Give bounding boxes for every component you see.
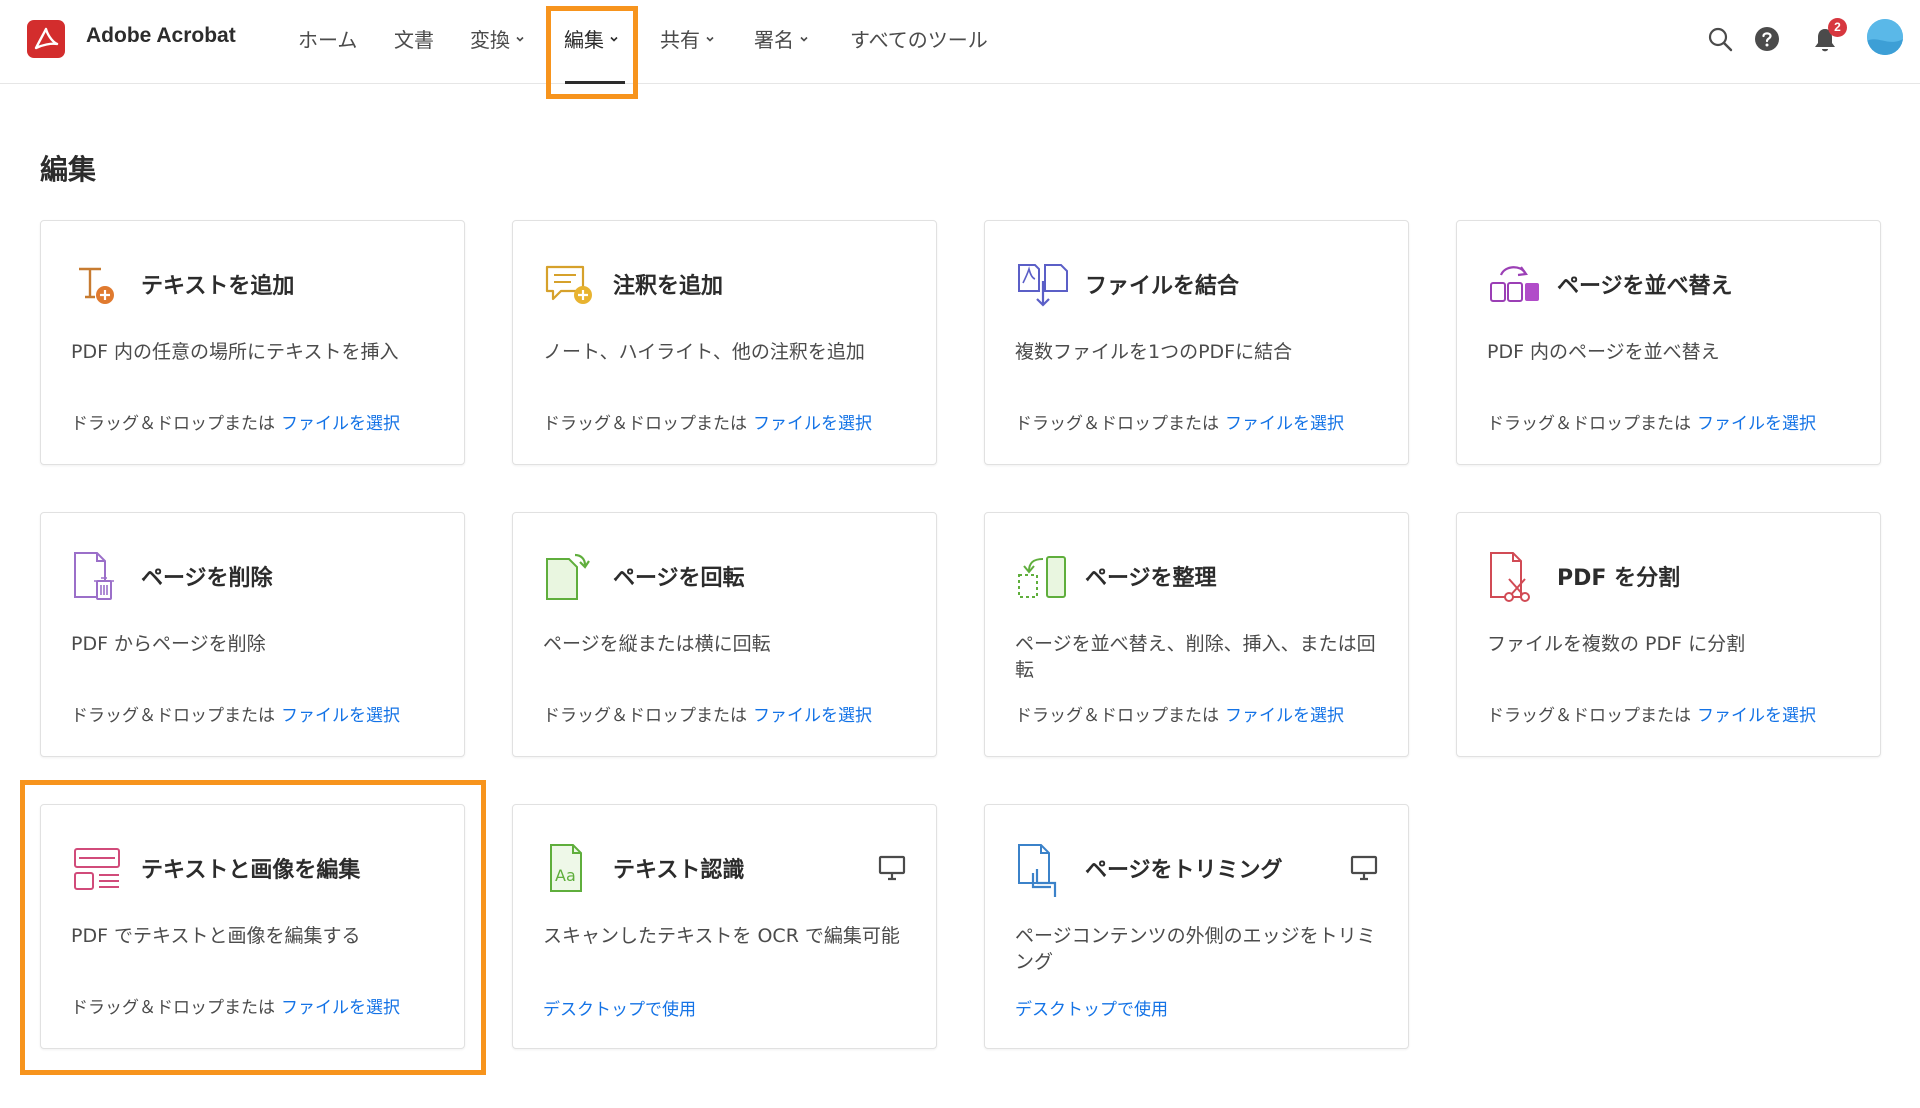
card-title: テキストを追加 — [141, 274, 295, 299]
tool-card-ocr[interactable]: Aa テキスト認識 スキャンしたテキストを OCR で編集可能 デスクトップで使… — [512, 804, 937, 1049]
svg-text:Aa: Aa — [555, 866, 576, 885]
drag-drop-text: ドラッグ＆ドロップまたは — [1487, 706, 1691, 726]
notification-badge: 2 — [1828, 18, 1847, 37]
edit-text-images-highlight-box — [20, 780, 486, 1075]
card-title: ファイルを結合 — [1085, 274, 1240, 299]
tool-card-add-text[interactable]: テキストを追加 PDF 内の任意の場所にテキストを挿入 ドラッグ＆ドロップまたは… — [40, 220, 465, 465]
card-title: ページを並べ替え — [1557, 274, 1733, 299]
card-title: ページを削除 — [141, 566, 273, 591]
chevron-down-icon — [516, 36, 524, 42]
card-footer: ドラッグ＆ドロップまたは ファイルを選択 — [543, 701, 872, 726]
chevron-down-icon — [706, 36, 714, 42]
ocr-icon: Aa — [550, 844, 582, 892]
nav-home[interactable]: ホーム — [298, 24, 357, 53]
nav-convert[interactable]: 変換 — [470, 24, 524, 53]
card-description: ページを並べ替え、削除、挿入、または回転 — [1015, 633, 1376, 681]
card-description: ファイルを複数の PDF に分割 — [1487, 633, 1746, 655]
chevron-down-icon — [800, 36, 808, 42]
acrobat-logo-icon[interactable] — [27, 20, 65, 58]
tool-card-split-pdf[interactable]: PDF を分割 ファイルを複数の PDF に分割 ドラッグ＆ドロップまたは ファイ… — [1456, 512, 1881, 757]
card-footer: ドラッグ＆ドロップまたは ファイルを選択 — [71, 701, 400, 726]
crop-pages-icon — [1018, 844, 1057, 897]
page-title: 編集 — [40, 153, 97, 186]
card-title: テキスト認識 — [613, 858, 745, 883]
nav-home-label: ホーム — [298, 28, 358, 52]
drag-drop-text: ドラッグ＆ドロップまたは — [543, 706, 747, 726]
card-title: ページを回転 — [613, 566, 745, 591]
add-text-icon — [79, 267, 114, 304]
organize-pages-icon — [1018, 556, 1066, 598]
select-file-link[interactable]: ファイルを選択 — [1225, 706, 1344, 726]
card-title: ページをトリミング — [1085, 858, 1283, 883]
search-icon[interactable] — [1707, 26, 1733, 52]
select-file-link[interactable]: ファイルを選択 — [281, 706, 400, 726]
tool-card-crop-pages[interactable]: ページをトリミング ページコンテンツの外側のエッジをトリミング デスクトップで使… — [984, 804, 1409, 1049]
avatar[interactable] — [1867, 19, 1903, 55]
nav-sign[interactable]: 署名 — [754, 24, 808, 53]
desktop-icon — [1350, 855, 1378, 881]
split-pdf-icon — [1490, 552, 1530, 602]
avatar-image — [1867, 19, 1903, 55]
nav-sign-label: 署名 — [754, 28, 794, 52]
add-comment-icon — [545, 265, 592, 304]
nav-share[interactable]: 共有 — [660, 24, 714, 53]
app-name[interactable]: Adobe Acrobat — [86, 24, 236, 48]
card-title: 注釈を追加 — [613, 274, 724, 299]
card-footer: ドラッグ＆ドロップまたは ファイルを選択 — [71, 409, 400, 434]
card-description: PDF からページを削除 — [71, 633, 266, 655]
drag-drop-text: ドラッグ＆ドロップまたは — [71, 414, 275, 434]
nav-share-label: 共有 — [660, 28, 700, 52]
card-footer: ドラッグ＆ドロップまたは ファイルを選択 — [1015, 701, 1344, 726]
select-file-link[interactable]: ファイルを選択 — [1697, 706, 1816, 726]
card-description: 複数ファイルを1つのPDFに結合 — [1015, 341, 1293, 363]
card-description: PDF 内のページを並べ替え — [1487, 341, 1720, 363]
drag-drop-text: ドラッグ＆ドロップまたは — [1015, 414, 1219, 434]
nav-edit-highlight-box — [546, 6, 638, 99]
nav-all-tools-label: すべてのツール — [850, 28, 988, 52]
select-file-link[interactable]: ファイルを選択 — [1225, 414, 1344, 434]
card-footer: ドラッグ＆ドロップまたは ファイルを選択 — [1487, 409, 1816, 434]
nav-convert-label: 変換 — [470, 28, 510, 52]
card-footer: ドラッグ＆ドロップまたは ファイルを選択 — [1015, 409, 1344, 434]
tool-card-organize-pages[interactable]: ページを整理 ページを並べ替え、削除、挿入、または回転 ドラッグ＆ドロップまたは… — [984, 512, 1409, 757]
select-file-link[interactable]: ファイルを選択 — [281, 414, 400, 434]
card-description: ページコンテンツの外側のエッジをトリミング — [1015, 925, 1376, 973]
nav-documents-label: 文書 — [394, 28, 434, 52]
card-description: PDF 内の任意の場所にテキストを挿入 — [71, 341, 399, 363]
combine-files-icon — [1018, 264, 1068, 307]
tool-card-reorder-pages[interactable]: ページを並べ替え PDF 内のページを並べ替え ドラッグ＆ドロップまたは ファイル… — [1456, 220, 1881, 465]
select-file-link[interactable]: ファイルを選択 — [753, 706, 872, 726]
select-file-link[interactable]: ファイルを選択 — [1697, 414, 1816, 434]
reorder-pages-icon — [1490, 266, 1539, 302]
use-on-desktop-link[interactable]: デスクトップで使用 — [543, 995, 696, 1020]
drag-drop-text: ドラッグ＆ドロップまたは — [543, 414, 747, 434]
help-icon[interactable] — [1754, 26, 1780, 52]
select-file-link[interactable]: ファイルを選択 — [753, 414, 872, 434]
nav-documents[interactable]: 文書 — [394, 24, 434, 53]
tool-card-delete-pages[interactable]: ページを削除 PDF からページを削除 ドラッグ＆ドロップまたは ファイルを選択 — [40, 512, 465, 757]
use-on-desktop-link[interactable]: デスクトップで使用 — [1015, 995, 1168, 1020]
drag-drop-text: ドラッグ＆ドロップまたは — [1015, 706, 1219, 726]
card-description: スキャンしたテキストを OCR で編集可能 — [543, 925, 900, 947]
card-description: ページを縦または横に回転 — [543, 633, 771, 655]
rotate-pages-icon — [546, 553, 590, 600]
desktop-icon — [878, 855, 906, 881]
card-title: PDF を分割 — [1557, 566, 1681, 591]
card-title: ページを整理 — [1085, 566, 1217, 591]
top-bar: Adobe Acrobat ホーム 文書 変換 編集 共有 署名 すべてのツール… — [0, 0, 1920, 84]
drag-drop-text: ドラッグ＆ドロップまたは — [1487, 414, 1691, 434]
tool-card-rotate-pages[interactable]: ページを回転 ページを縦または横に回転 ドラッグ＆ドロップまたは ファイルを選択 — [512, 512, 937, 757]
tool-card-add-comment[interactable]: 注釈を追加 ノート、ハイライト、他の注釈を追加 ドラッグ＆ドロップまたは ファイル… — [512, 220, 937, 465]
card-footer: ドラッグ＆ドロップまたは ファイルを選択 — [1487, 701, 1816, 726]
card-description: ノート、ハイライト、他の注釈を追加 — [543, 341, 865, 363]
delete-pages-icon — [74, 552, 114, 600]
card-footer: ドラッグ＆ドロップまたは ファイルを選択 — [543, 409, 872, 434]
tool-card-combine-files[interactable]: ファイルを結合 複数ファイルを1つのPDFに結合 ドラッグ＆ドロップまたは ファイ… — [984, 220, 1409, 465]
nav-all-tools[interactable]: すべてのツール — [850, 24, 988, 53]
drag-drop-text: ドラッグ＆ドロップまたは — [71, 706, 275, 726]
